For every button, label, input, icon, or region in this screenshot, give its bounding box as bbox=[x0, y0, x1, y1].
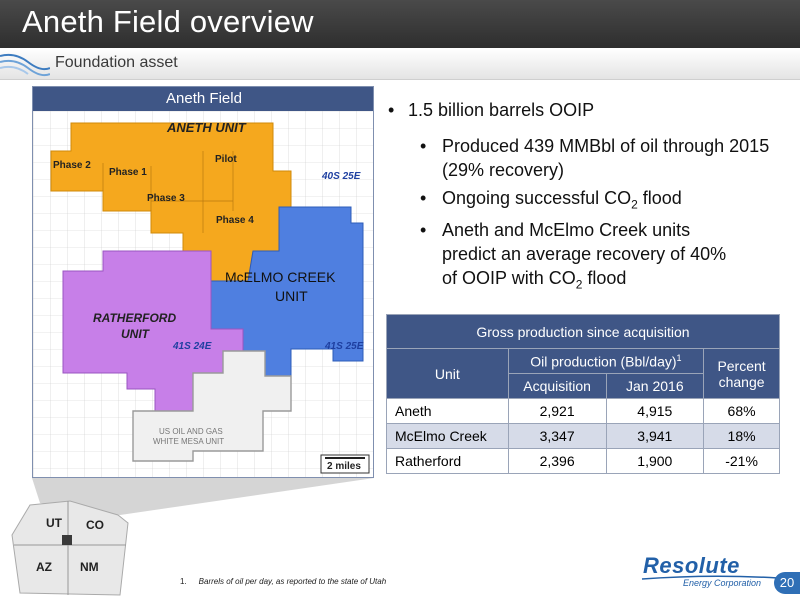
cell-acq: 2,396 bbox=[507, 448, 607, 474]
bullet-dot: • bbox=[420, 188, 427, 208]
slide-subtitle: Foundation asset bbox=[55, 54, 178, 71]
title-bar: Aneth Field overview bbox=[0, 0, 800, 48]
cell-acq: 3,347 bbox=[507, 423, 607, 449]
state-co-label: CO bbox=[86, 518, 104, 532]
white-mesa-label-line1: US OIL AND GAS bbox=[159, 427, 223, 436]
company-logo-sub: Energy Corporation bbox=[683, 578, 762, 588]
company-logo: Resolute bbox=[643, 553, 740, 578]
aneth-field-map: Aneth Field ANETH UNIT Phase 2 Phase 1 P… bbox=[32, 86, 374, 478]
col-jan-header: Jan 2016 bbox=[605, 373, 705, 399]
bullet-dot: • bbox=[420, 220, 427, 240]
cell-unit: Aneth bbox=[386, 398, 509, 424]
bullet-dot: • bbox=[388, 100, 395, 120]
phase4-label: Phase 4 bbox=[216, 215, 254, 226]
table-row: McElmo Creek 3,347 3,941 18% bbox=[386, 423, 780, 449]
cell-jan: 3,941 bbox=[605, 423, 705, 449]
phase2-label: Phase 2 bbox=[53, 160, 91, 171]
cell-unit: McElmo Creek bbox=[386, 423, 509, 449]
col-pct-header: Percent change bbox=[703, 348, 780, 399]
wave-decoration bbox=[0, 53, 50, 77]
ratherford-label-line1: RATHERFORD bbox=[93, 311, 177, 325]
phase3-label: Phase 3 bbox=[147, 193, 185, 204]
table-title: Gross production since acquisition bbox=[386, 314, 780, 349]
page-number: 20 bbox=[774, 572, 800, 594]
state-ut-label: UT bbox=[46, 516, 62, 530]
subtitle-bar: Foundation asset bbox=[0, 48, 800, 80]
cell-pct: 68% bbox=[703, 398, 780, 424]
phase1-label: Phase 1 bbox=[109, 167, 147, 178]
white-mesa-label-line2: WHITE MESA UNIT bbox=[153, 437, 225, 446]
state-nm-label: NM bbox=[80, 560, 99, 574]
township-40s25e-label: 40S 25E bbox=[322, 171, 361, 182]
cell-jan: 4,915 bbox=[605, 398, 705, 424]
mcelmo-label-line1: McELMO CREEK bbox=[225, 269, 336, 285]
table-row: Aneth 2,921 4,915 68% bbox=[386, 398, 780, 424]
cell-pct: -21% bbox=[703, 448, 780, 474]
scale-label: 2 miles bbox=[327, 461, 361, 472]
cell-acq: 2,921 bbox=[507, 398, 607, 424]
col-unit-header: Unit bbox=[386, 348, 509, 399]
map-header: Aneth Field bbox=[33, 87, 373, 111]
cell-pct: 18% bbox=[703, 423, 780, 449]
aneth-unit-label: ANETH UNIT bbox=[167, 120, 246, 135]
township-41s24e-label: 41S 24E bbox=[173, 341, 212, 352]
bullet-dot: • bbox=[420, 136, 427, 156]
cell-jan: 1,900 bbox=[605, 448, 705, 474]
production-table: Gross production since acquisition Unit … bbox=[386, 314, 780, 474]
col-acq-header: Acquisition bbox=[507, 373, 607, 399]
col-oil-header: Oil production (Bbl/day)1 bbox=[507, 348, 705, 374]
footnote: 1. Barrels of oil per day, as reported to… bbox=[180, 577, 387, 586]
township-41s25e-label: 41S 25E bbox=[325, 341, 364, 352]
state-az-label: AZ bbox=[36, 560, 52, 574]
ratherford-label-line2: UNIT bbox=[121, 327, 149, 341]
cell-unit: Ratherford bbox=[386, 448, 509, 474]
pilot-label: Pilot bbox=[215, 154, 237, 165]
slide-title: Aneth Field overview bbox=[22, 4, 314, 39]
mcelmo-label-line2: UNIT bbox=[275, 288, 308, 304]
table-row: Ratherford 2,396 1,900 -21% bbox=[386, 448, 780, 474]
